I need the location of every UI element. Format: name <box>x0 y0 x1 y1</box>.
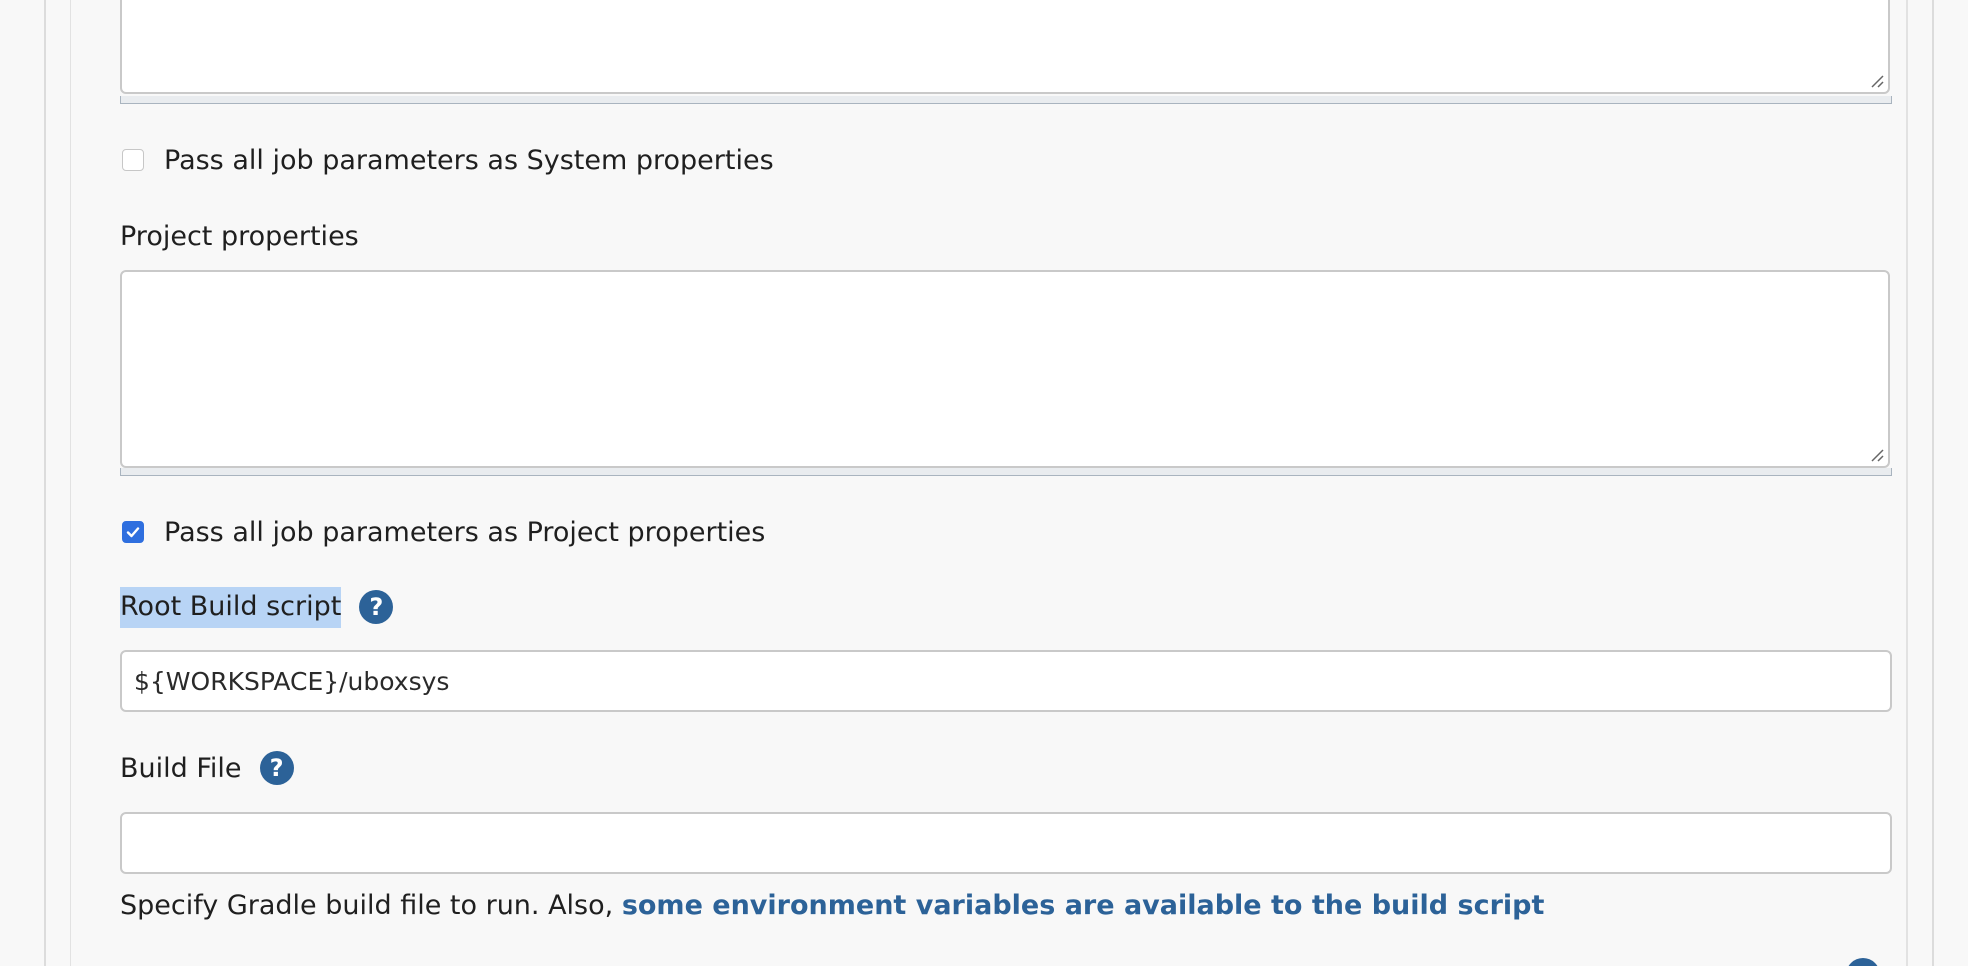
root-build-script-label: Root Build script <box>120 586 342 628</box>
root-build-script-input[interactable] <box>120 650 1892 712</box>
textarea-bottom-edge <box>120 96 1892 104</box>
build-file-input[interactable] <box>120 812 1892 874</box>
help-icon[interactable]: ? <box>259 751 294 785</box>
project-properties-label: Project properties <box>120 220 359 252</box>
pass-project-properties-checkbox[interactable] <box>122 521 144 543</box>
section-border-left <box>44 0 46 966</box>
pass-project-properties-label[interactable]: Pass all job parameters as Project prope… <box>164 517 765 548</box>
section-border-right <box>1932 0 1934 966</box>
system-properties-textarea[interactable] <box>120 0 1890 94</box>
help-icon[interactable]: ? <box>359 590 394 624</box>
build-step-config-panel: Pass all job parameters as System proper… <box>0 0 1968 966</box>
project-properties-heading: Project properties <box>120 216 359 256</box>
pass-system-properties-row[interactable]: Pass all job parameters as System proper… <box>122 140 774 180</box>
pass-system-properties-checkbox[interactable] <box>122 149 144 171</box>
root-build-script-heading: Root Build script ? <box>120 584 394 630</box>
pass-project-properties-row[interactable]: Pass all job parameters as Project prope… <box>122 512 765 552</box>
build-file-description: Specify Gradle build file to run. Also, … <box>120 890 1544 921</box>
build-file-help-text: Specify Gradle build file to run. Also, <box>120 890 622 921</box>
section-inner-border-right <box>1906 0 1908 966</box>
build-file-label: Build File <box>120 752 242 784</box>
build-file-heading: Build File ? <box>120 748 294 788</box>
help-icon-partial[interactable] <box>1846 958 1880 966</box>
resize-grip-icon[interactable] <box>1870 74 1884 88</box>
resize-grip-icon[interactable] <box>1870 448 1884 462</box>
textarea-bottom-edge <box>120 468 1892 476</box>
checkmark-icon <box>126 527 140 538</box>
environment-variables-link[interactable]: some environment variables are available… <box>622 890 1545 921</box>
section-inner-border-left <box>70 0 71 966</box>
pass-system-properties-label[interactable]: Pass all job parameters as System proper… <box>164 145 774 176</box>
project-properties-textarea[interactable] <box>120 270 1890 468</box>
